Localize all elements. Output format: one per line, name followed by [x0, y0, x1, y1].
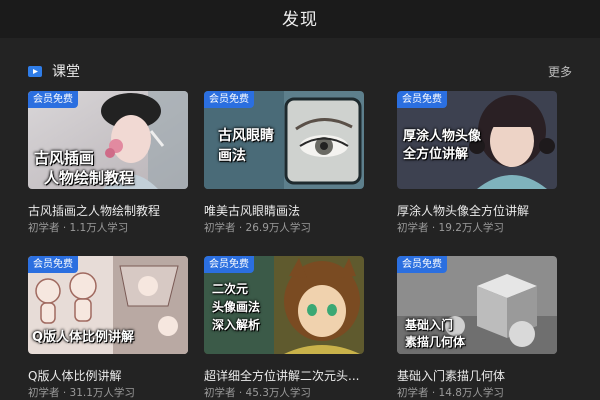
course-card[interactable]: 会员免费 古风插画 人物绘制教程 古风插画之人物绘制教程 初学者 · 1.1万人…: [28, 91, 188, 234]
course-card[interactable]: 会员免费 二次元 头像画法 深入解析 超详细全方位讲解二次元头... 初学者 ·…: [204, 256, 364, 399]
thumbnail-caption-line: 头像画法: [212, 300, 261, 314]
course-meta: 初学者 · 1.1万人学习: [28, 222, 129, 234]
thumbnail-caption-line: 基础入门: [405, 318, 454, 332]
course-title: Q版人体比例讲解: [28, 369, 122, 383]
thumbnail-caption-line: 深入解析: [212, 318, 261, 332]
course-meta: 初学者 · 45.3万人学习: [204, 387, 311, 399]
course-card[interactable]: 会员免费 厚涂人物头像 全方位讲解 厚涂人物头像全方位讲解 初学者 · 19.2…: [397, 91, 557, 234]
section-header: 课堂 更多: [28, 60, 572, 82]
thumbnail-caption-line: Q版人体比例讲解: [32, 330, 135, 345]
course-card[interactable]: 会员免费 古风眼睛 画法 唯美古风眼睛画法 初学者 · 26.9万人学习: [204, 91, 364, 234]
thumbnail-caption-line: 古风眼睛: [218, 128, 274, 144]
thumbnail-caption-line: 二次元: [212, 282, 249, 296]
thumbnail-caption-line: 画法: [218, 148, 246, 164]
page-title: 发现: [282, 9, 318, 30]
thumbnail-caption-line: 厚涂人物头像: [403, 129, 482, 144]
course-card[interactable]: 会员免费 Q版人体比例讲解 Q版人体比例讲解 初学者 · 31.1万人学习: [28, 256, 188, 399]
course-title: 超详细全方位讲解二次元头...: [204, 369, 360, 383]
top-bar: 发现: [0, 0, 600, 38]
course-thumbnail: 会员免费 基础入门 素描几何体: [397, 256, 557, 354]
course-thumbnail: 会员免费 厚涂人物头像 全方位讲解: [397, 91, 557, 189]
thumbnail-caption-line: 古风插画: [34, 149, 95, 167]
vip-free-badge: 会员免费: [397, 91, 447, 108]
course-meta: 初学者 · 14.8万人学习: [397, 387, 504, 399]
vip-free-badge: 会员免费: [204, 91, 254, 108]
play-icon: [28, 65, 42, 77]
course-thumbnail: 会员免费 二次元 头像画法 深入解析: [204, 256, 364, 354]
vip-free-badge: 会员免费: [397, 256, 447, 273]
course-meta: 初学者 · 19.2万人学习: [397, 222, 504, 234]
course-title: 基础入门素描几何体: [397, 369, 506, 383]
course-thumbnail: 会员免费 古风插画 人物绘制教程: [28, 91, 188, 189]
section-title: 课堂: [52, 64, 80, 80]
thumbnail-caption-line: 人物绘制教程: [44, 169, 135, 187]
vip-free-badge: 会员免费: [28, 256, 78, 273]
vip-free-badge: 会员免费: [204, 256, 254, 273]
course-thumbnail: 会员免费 Q版人体比例讲解: [28, 256, 188, 354]
course-meta: 初学者 · 31.1万人学习: [28, 387, 135, 399]
more-link[interactable]: 更多: [548, 63, 572, 80]
thumbnail-caption-line: 全方位讲解: [403, 147, 469, 162]
thumbnail-caption-line: 素描几何体: [405, 335, 466, 349]
course-title: 古风插画之人物绘制教程: [28, 204, 161, 218]
course-meta: 初学者 · 26.9万人学习: [204, 222, 311, 234]
course-thumbnail: 会员免费 古风眼睛 画法: [204, 91, 364, 189]
course-card[interactable]: 会员免费 基础入门 素描几何体 基础入门素描几何体 初学者 · 14.8万人学习: [397, 256, 557, 399]
course-title: 厚涂人物头像全方位讲解: [397, 204, 530, 218]
vip-free-badge: 会员免费: [28, 91, 78, 108]
course-title: 唯美古风眼睛画法: [204, 204, 301, 218]
